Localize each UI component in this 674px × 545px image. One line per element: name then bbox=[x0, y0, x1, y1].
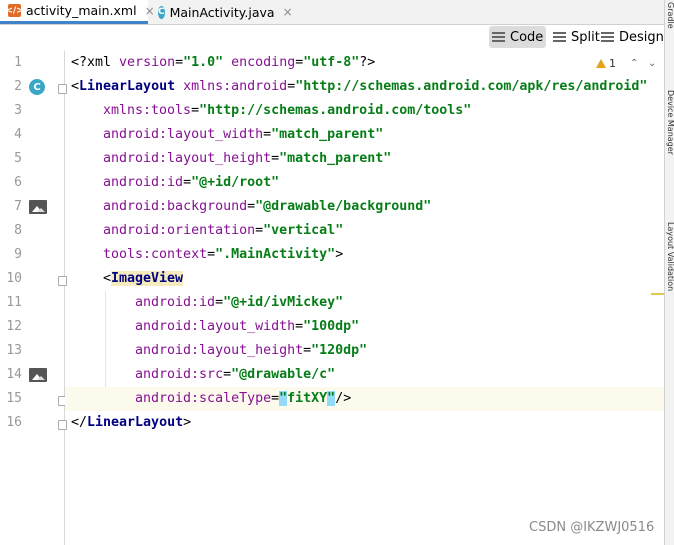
scrollbar-warning-marker[interactable] bbox=[651, 293, 664, 295]
code-line-9: tools:context=".MainActivity"> bbox=[103, 247, 344, 262]
close-icon[interactable]: × bbox=[283, 5, 293, 19]
device-manager-panel-label[interactable]: Device Manager bbox=[666, 90, 674, 155]
code-line-7: android:background="@drawable/background… bbox=[103, 199, 432, 214]
tab-activity-main-xml[interactable]: </> activity_main.xml × bbox=[0, 0, 155, 24]
split-view-label: Split bbox=[571, 29, 600, 45]
design-view-label: Design bbox=[619, 29, 664, 45]
line-number: 3 bbox=[14, 103, 22, 118]
code-editor[interactable]: <?xml version="1.0" encoding="utf-8"?> <… bbox=[65, 51, 664, 545]
line-number: 9 bbox=[14, 247, 22, 262]
code-line-4: android:layout_width="match_parent" bbox=[103, 127, 384, 142]
line-number: 5 bbox=[14, 151, 22, 166]
design-view-button[interactable]: Design bbox=[598, 26, 667, 48]
line-number: 8 bbox=[14, 223, 22, 238]
code-line-13: android:layout_height="120dp" bbox=[135, 343, 368, 358]
code-line-3: xmlns:tools="http://schemas.android.com/… bbox=[103, 103, 472, 118]
code-line-15: android:scaleType="fitXY"/> bbox=[65, 387, 664, 411]
activity-class-gutter-icon[interactable]: C bbox=[29, 79, 45, 95]
code-view-icon bbox=[492, 30, 505, 44]
java-class-icon: C bbox=[158, 5, 165, 19]
split-view-icon bbox=[553, 30, 566, 44]
line-number: 7 bbox=[14, 199, 22, 214]
layout-validation-panel-label[interactable]: Layout Validation bbox=[666, 222, 674, 291]
line-number: 14 bbox=[6, 367, 22, 382]
line-number: 6 bbox=[14, 175, 22, 190]
editor-tab-bar: </> activity_main.xml × C MainActivity.j… bbox=[0, 0, 664, 25]
code-line-12: android:layout_width="100dp" bbox=[135, 319, 360, 334]
line-number: 13 bbox=[6, 343, 22, 358]
design-view-icon bbox=[601, 30, 614, 44]
view-mode-toolbar: Code Split Design bbox=[0, 25, 664, 51]
gradle-panel-label[interactable]: Gradle bbox=[666, 2, 674, 29]
line-number: 4 bbox=[14, 127, 22, 142]
code-line-14: android:src="@drawable/c" bbox=[135, 367, 336, 382]
code-line-2: <LinearLayout xmlns:android="http://sche… bbox=[71, 79, 648, 94]
split-view-button[interactable]: Split bbox=[550, 26, 603, 48]
line-number: 2 bbox=[14, 79, 22, 94]
line-number: 15 bbox=[6, 391, 22, 406]
drawable-preview-icon[interactable] bbox=[29, 368, 47, 382]
code-line-8: android:orientation="vertical" bbox=[103, 223, 344, 238]
line-number: 11 bbox=[6, 295, 22, 310]
code-line-10: <ImageView bbox=[103, 271, 184, 286]
code-line-5: android:layout_height="match_parent" bbox=[103, 151, 392, 166]
line-number: 10 bbox=[6, 271, 22, 286]
editor-gutter: 1 2 3 4 5 6 7 8 9 10 11 12 13 14 15 16 C bbox=[0, 51, 67, 545]
line-number: 16 bbox=[6, 415, 22, 430]
code-line-6: android:id="@+id/root" bbox=[103, 175, 280, 190]
code-view-label: Code bbox=[510, 29, 544, 45]
tab-main-activity-java[interactable]: C MainActivity.java × bbox=[150, 0, 293, 24]
code-view-button[interactable]: Code bbox=[489, 26, 547, 48]
drawable-preview-icon[interactable] bbox=[29, 200, 47, 214]
code-line-11: android:id="@+id/ivMickey" bbox=[135, 295, 344, 310]
tab-label: MainActivity.java bbox=[169, 4, 275, 20]
warning-count: 1 bbox=[609, 57, 616, 70]
watermark: CSDN @IKZWJ0516 bbox=[529, 520, 655, 535]
chevron-up-icon[interactable]: ⌃ bbox=[630, 58, 638, 69]
line-number: 12 bbox=[6, 319, 22, 334]
chevron-down-icon[interactable]: ⌄ bbox=[648, 58, 656, 69]
code-line-1: <?xml version="1.0" encoding="utf-8"?> bbox=[71, 55, 376, 70]
code-line-16: </LinearLayout> bbox=[71, 415, 192, 430]
inspection-widget[interactable]: 1 bbox=[596, 57, 616, 70]
warning-icon bbox=[596, 59, 606, 68]
line-number: 1 bbox=[14, 55, 22, 70]
xml-file-icon: </> bbox=[5, 4, 24, 17]
tab-label: activity_main.xml bbox=[26, 3, 137, 18]
